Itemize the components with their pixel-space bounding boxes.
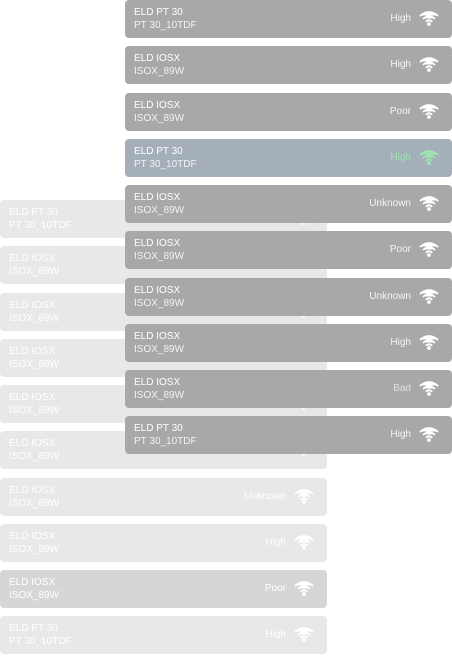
device-model: PT 30_10TDF <box>134 159 197 170</box>
device-model: ISOX_89W <box>9 313 60 324</box>
device-name: ELD PT 30 <box>9 207 58 218</box>
signal-status: High <box>265 629 286 640</box>
wifi-signal-icon <box>419 288 439 304</box>
wifi-signal-icon <box>419 10 439 26</box>
wifi-signal-icon <box>419 56 439 72</box>
signal-status: High <box>390 429 411 440</box>
device-name: ELD IOSX <box>9 253 56 264</box>
device-model: ISOX_89W <box>134 344 185 355</box>
wifi-signal-icon <box>294 626 314 642</box>
signal-status: Poor <box>389 244 411 255</box>
device-model: ISOX_89W <box>134 390 185 401</box>
device-model: ISOX_89W <box>134 205 185 216</box>
signal-status: High <box>390 59 411 70</box>
device-row[interactable]: ELD PT 30 PT 30_10TDF High <box>125 416 452 454</box>
device-name: ELD PT 30 <box>134 7 183 18</box>
wifi-signal-icon <box>419 380 439 396</box>
device-name: ELD PT 30 <box>9 623 58 634</box>
device-model: ISOX_89W <box>9 544 60 555</box>
device-name: ELD IOSX <box>9 531 56 542</box>
device-model: ISOX_89W <box>134 298 185 309</box>
device-row[interactable]: ELD IOSX ISOX_89W Bad <box>125 370 452 408</box>
device-row-selected[interactable]: ELD PT 30 PT 30_10TDF High <box>125 139 452 177</box>
device-row[interactable]: ELD PT 30 PT 30_10TDF High <box>0 616 327 654</box>
wifi-signal-icon <box>419 334 439 350</box>
wifi-signal-icon <box>294 580 314 596</box>
device-model: PT 30_10TDF <box>9 220 72 231</box>
device-name: ELD IOSX <box>134 331 181 342</box>
wifi-signal-icon <box>294 534 314 550</box>
device-name: ELD IOSX <box>9 346 56 357</box>
signal-status: Poor <box>264 583 286 594</box>
wifi-signal-icon <box>419 426 439 442</box>
wifi-signal-icon <box>419 149 439 165</box>
device-row[interactable]: ELD IOSX ISOX_89W Unknown <box>125 278 452 316</box>
device-model: ISOX_89W <box>134 113 185 124</box>
device-model: ISOX_89W <box>9 266 60 277</box>
device-model: PT 30_10TDF <box>134 436 197 447</box>
device-model: ISOX_89W <box>9 359 60 370</box>
wifi-signal-icon <box>419 195 439 211</box>
device-row[interactable]: ELD IOSX ISOX_89W Unknown <box>0 478 327 516</box>
signal-status: High <box>265 537 286 548</box>
signal-status: High <box>390 13 411 24</box>
device-model: ISOX_89W <box>134 66 185 77</box>
device-name: ELD IOSX <box>9 392 56 403</box>
device-name: ELD PT 30 <box>134 423 183 434</box>
device-name: ELD IOSX <box>9 485 56 496</box>
device-row[interactable]: ELD PT 30 PT 30_10TDF High <box>125 0 452 38</box>
device-row[interactable]: ELD IOSX ISOX_89W Unknown <box>125 185 452 223</box>
device-row[interactable]: ELD IOSX ISOX_89W High <box>125 324 452 362</box>
device-model: ISOX_89W <box>9 405 60 416</box>
device-name: ELD IOSX <box>9 438 56 449</box>
device-row[interactable]: ELD IOSX ISOX_89W High <box>0 524 327 562</box>
device-model: ISOX_89W <box>9 590 60 601</box>
device-row[interactable]: ELD IOSX ISOX_89W Poor <box>125 93 452 131</box>
signal-status: Bad <box>393 383 411 394</box>
wifi-signal-icon <box>294 488 314 504</box>
device-row[interactable]: ELD IOSX ISOX_89W Poor <box>0 570 327 608</box>
device-row[interactable]: ELD IOSX ISOX_89W High <box>125 46 452 84</box>
device-name: ELD IOSX <box>134 53 181 64</box>
device-model: ISOX_89W <box>9 451 60 462</box>
signal-status: Unknown <box>244 491 286 502</box>
signal-status: Unknown <box>369 198 411 209</box>
wifi-signal-icon <box>419 103 439 119</box>
device-name: ELD IOSX <box>134 100 181 111</box>
signal-status: Poor <box>389 106 411 117</box>
signal-status: High <box>390 152 411 163</box>
device-name: ELD IOSX <box>9 577 56 588</box>
device-name: ELD PT 30 <box>134 146 183 157</box>
device-name: ELD IOSX <box>134 192 181 203</box>
device-name: ELD IOSX <box>134 377 181 388</box>
device-name: ELD IOSX <box>134 238 181 249</box>
device-model: ISOX_89W <box>134 251 185 262</box>
device-row[interactable]: ELD IOSX ISOX_89W Poor <box>125 231 452 269</box>
wifi-signal-icon <box>419 241 439 257</box>
signal-status: High <box>390 337 411 348</box>
device-model: ISOX_89W <box>9 498 60 509</box>
device-name: ELD IOSX <box>9 300 56 311</box>
device-name: ELD IOSX <box>134 285 181 296</box>
signal-status: Unknown <box>369 291 411 302</box>
device-model: PT 30_10TDF <box>9 636 72 647</box>
device-model: PT 30_10TDF <box>134 20 197 31</box>
